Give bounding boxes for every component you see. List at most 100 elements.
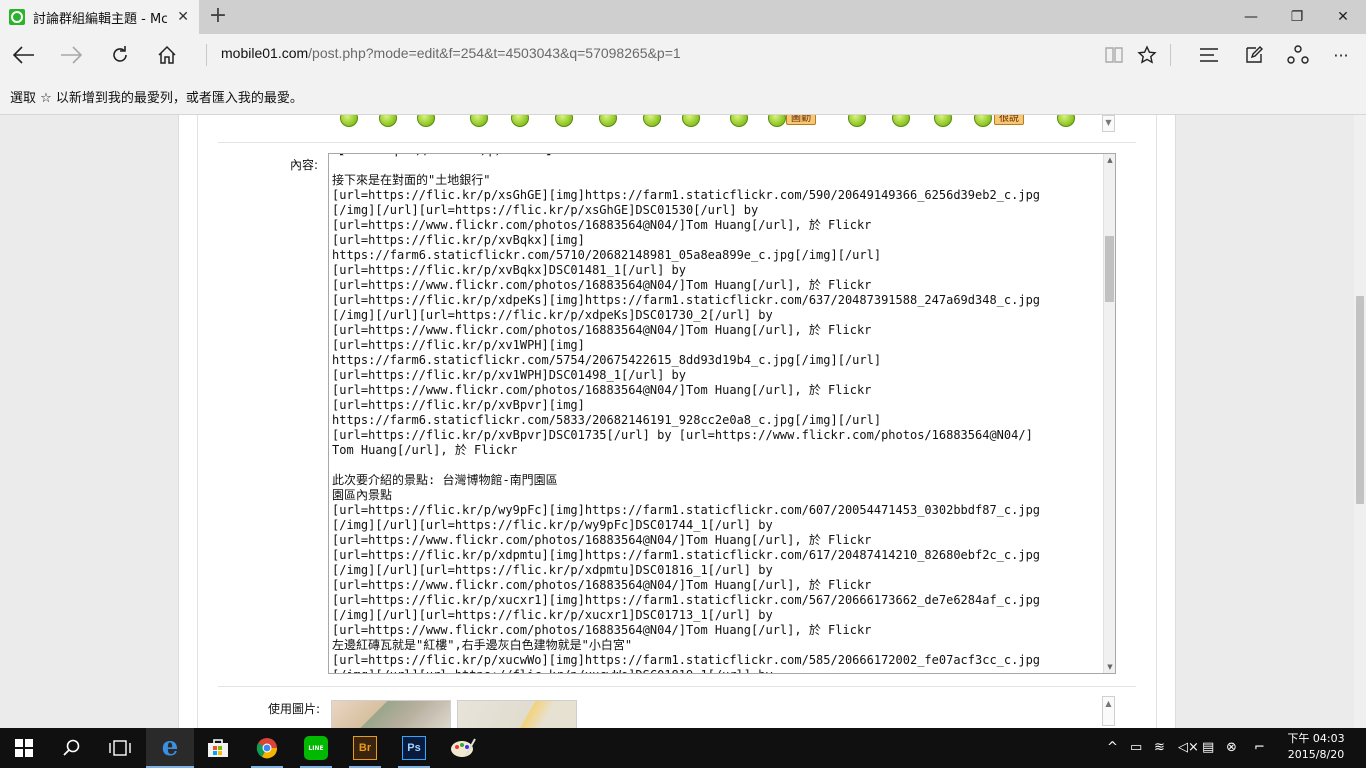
scroll-thumb[interactable]	[1105, 236, 1114, 302]
home-button[interactable]	[152, 40, 182, 70]
content-line: [url=https://www.flickr.com/photos/16883…	[332, 578, 872, 592]
close-window-button[interactable]: ✕	[1320, 0, 1366, 34]
refresh-icon	[113, 46, 127, 62]
content-line: https://farm6.staticflickr.com/5754/2067…	[332, 353, 882, 367]
wifi-icon[interactable]: ≋	[1154, 740, 1165, 755]
page-container: 圖勤 很說 ▼ 內容: 【url=https://flic.kr/p/xsGhG…	[178, 115, 1176, 728]
smiley-icon[interactable]	[892, 115, 910, 127]
smiley-icon[interactable]	[768, 115, 786, 127]
hub-button[interactable]	[1194, 40, 1224, 70]
volume-icon[interactable]: ◁×	[1178, 740, 1199, 755]
content-line: [url=https://flic.kr/p/xvBqkx]DSC01481_1…	[332, 263, 687, 277]
paint-palette-icon	[451, 738, 476, 757]
back-button[interactable]	[9, 40, 39, 70]
content-line: Tom Huang[/url], 於 Flickr	[332, 443, 518, 457]
close-circle-icon[interactable]: ⊗	[1226, 740, 1237, 755]
content-line: [url=https://www.flickr.com/photos/16883…	[332, 323, 872, 337]
forward-button[interactable]	[56, 40, 86, 70]
content-line: [/img][/url][url=https://flic.kr/p/wy9pF…	[332, 518, 773, 532]
star-icon	[1137, 45, 1157, 64]
photoshop-taskbar-button[interactable]: Ps	[390, 728, 438, 768]
chrome-taskbar-button[interactable]	[243, 728, 291, 768]
image-thumbnail[interactable]	[331, 700, 451, 728]
refresh-button[interactable]	[105, 40, 135, 70]
page-scrollbar[interactable]	[1354, 115, 1366, 728]
content-line: [url=https://www.flickr.com/photos/16883…	[332, 218, 872, 232]
restore-button[interactable]: ❐	[1274, 0, 1320, 34]
content-scrollbar[interactable]: ▲ ▼	[1103, 154, 1115, 673]
minimize-button[interactable]: —	[1228, 0, 1274, 34]
separator	[206, 44, 207, 66]
divider	[218, 686, 1136, 687]
content-line: [/img][/url][url=https://flic.kr/p/xucwW…	[332, 668, 1100, 673]
content-line: [/img][/url][url=https://flic.kr/p/xucxr…	[332, 608, 773, 622]
content-textarea[interactable]: 【url=https://flic.kr/p/xsGhGE】 ... 接下來是在…	[328, 153, 1116, 674]
content-line: [url=https://flic.kr/p/xucxr1][img]https…	[332, 593, 1041, 607]
store-icon	[208, 739, 228, 757]
content-line: [url=https://flic.kr/p/xucwWo][img]https…	[332, 653, 1041, 667]
smiley-icon[interactable]	[682, 115, 700, 127]
notification-icon[interactable]: ▤	[1202, 740, 1214, 755]
smiley-badge-icon[interactable]: 圖勤	[786, 115, 816, 125]
more-actions-button[interactable]: ···	[1326, 40, 1356, 70]
content-line: [url=https://flic.kr/p/xv1WPH][img]	[332, 338, 585, 352]
input-method-icon[interactable]: ⌐	[1254, 740, 1265, 755]
bridge-icon: Br	[353, 736, 377, 760]
smiley-icon[interactable]	[974, 115, 992, 127]
reading-view-icon	[1105, 47, 1123, 63]
smiley-icon[interactable]	[599, 115, 617, 127]
share-icon	[1287, 45, 1309, 64]
tab-close-button[interactable]: ✕	[177, 9, 189, 25]
content-line: [url=https://flic.kr/p/xvBpvr]DSC01735[/…	[332, 428, 1033, 442]
content-line: [url=https://flic.kr/p/xdpmtu][img]https…	[332, 548, 1041, 562]
favorite-button[interactable]	[1132, 40, 1162, 70]
browser-tab[interactable]: 討論群組編輯主題 - Mc ✕	[0, 0, 199, 34]
smiley-icon[interactable]	[848, 115, 866, 127]
url-path: /post.php?mode=edit&f=254&t=4503043&q=57…	[308, 45, 681, 61]
smiley-icon[interactable]	[340, 115, 358, 127]
scroll-up-icon[interactable]: ▲	[1104, 154, 1115, 166]
photoshop-icon-label: Ps	[407, 742, 421, 754]
web-note-button[interactable]	[1239, 40, 1269, 70]
clock[interactable]: 下午 04:03 2015/8/20	[1284, 731, 1348, 763]
content-line	[332, 158, 1100, 173]
smiley-icon[interactable]	[470, 115, 488, 127]
smiley-icon[interactable]	[730, 115, 748, 127]
smiley-icon[interactable]	[379, 115, 397, 127]
reading-view-button[interactable]	[1099, 40, 1129, 70]
smiley-icon[interactable]	[1057, 115, 1075, 127]
photoshop-icon: Ps	[402, 736, 426, 760]
content-line: [url=https://flic.kr/p/wy9pFc][img]https…	[332, 503, 1041, 517]
content-line: [/img][/url][url=https://flic.kr/p/xdpeK…	[332, 308, 773, 322]
page-scroll-thumb[interactable]	[1356, 296, 1364, 504]
smiley-badge-icon[interactable]: 很說	[994, 115, 1024, 125]
new-tab-button[interactable]: +	[205, 4, 231, 30]
address-bar[interactable]: mobile01.com/post.php?mode=edit&f=254&t=…	[221, 45, 681, 61]
image-scroll-up-icon[interactable]: ▲	[1102, 696, 1115, 726]
start-button[interactable]	[0, 728, 48, 768]
content-label: 內容:	[290, 158, 319, 172]
task-view-button[interactable]	[96, 728, 144, 768]
paint-taskbar-button[interactable]	[439, 728, 487, 768]
scroll-down-icon[interactable]: ▼	[1104, 661, 1115, 673]
battery-icon[interactable]: ▭	[1130, 740, 1142, 755]
bridge-taskbar-button[interactable]: Br	[341, 728, 389, 768]
smiley-icon[interactable]	[643, 115, 661, 127]
smiley-icon[interactable]	[934, 115, 952, 127]
line-taskbar-button[interactable]: LINE	[292, 728, 340, 768]
smiley-icon[interactable]	[511, 115, 529, 127]
search-button[interactable]	[48, 728, 96, 768]
smiley-icon[interactable]	[555, 115, 573, 127]
smiley-scroll-down-icon[interactable]: ▼	[1102, 115, 1115, 132]
content-line: 此次要介紹的景點: 台灣博物館-南門園區	[332, 473, 558, 487]
hub-icon	[1200, 48, 1218, 62]
content-line: [url=https://flic.kr/p/xdpeKs][img]https…	[332, 293, 1041, 307]
tray-overflow-icon[interactable]: ^	[1107, 740, 1118, 755]
bridge-icon-label: Br	[358, 742, 372, 754]
back-arrow-icon	[13, 46, 34, 64]
smiley-icon[interactable]	[417, 115, 435, 127]
share-button[interactable]	[1283, 40, 1313, 70]
edge-taskbar-button[interactable]: e	[146, 728, 194, 768]
image-thumbnail[interactable]	[457, 700, 577, 728]
store-taskbar-button[interactable]	[194, 728, 242, 768]
